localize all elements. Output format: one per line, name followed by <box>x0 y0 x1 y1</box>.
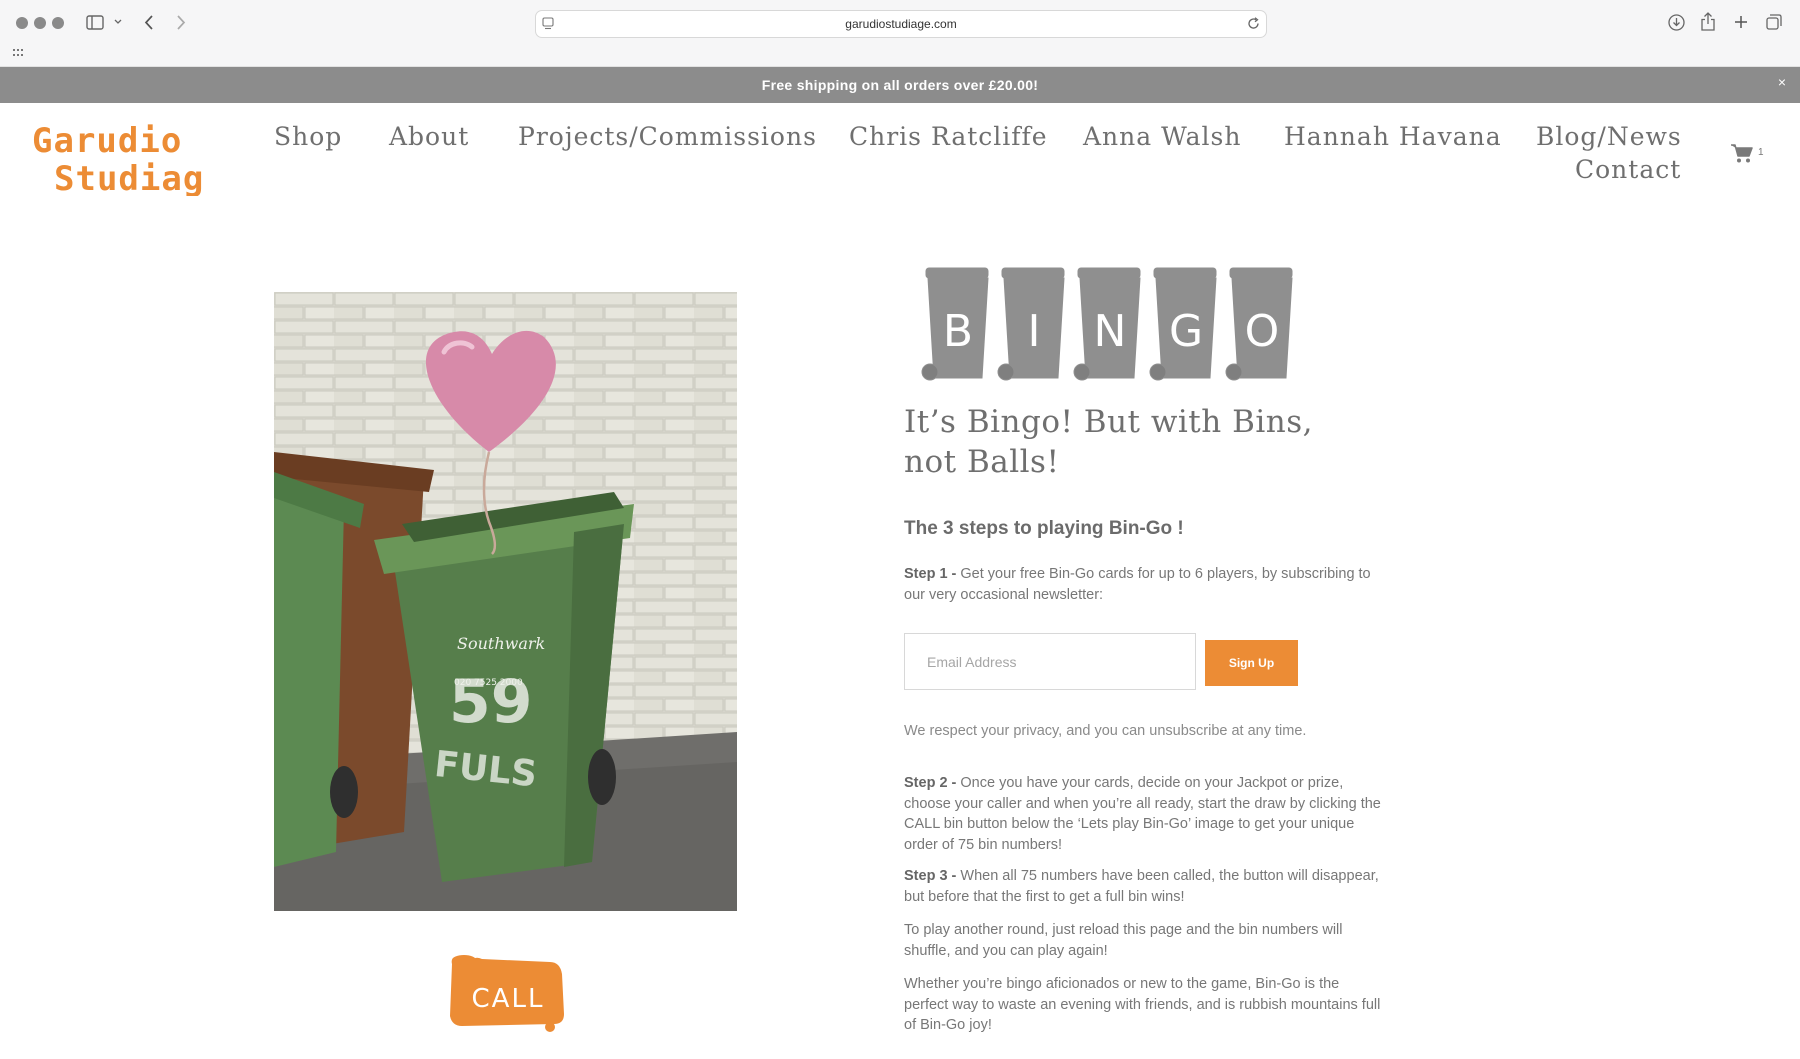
replay-paragraph: To play another round, just reload this … <box>904 922 1343 959</box>
logo-line1: Garudio <box>32 121 182 161</box>
new-tab-icon[interactable] <box>1734 15 1748 29</box>
step1-paragraph: Step 1 - Get your free Bin-Go cards for … <box>904 564 1384 605</box>
nav-blog-news[interactable]: Blog/News <box>1536 122 1682 151</box>
svg-text:Southwark: Southwark <box>457 634 545 653</box>
back-icon[interactable] <box>144 15 154 30</box>
bin-balloon-photo: 59 FULS Southwark 020 7525 2000 <box>274 292 737 911</box>
url-text: garudiostudiage.com <box>845 17 957 31</box>
nav-contact[interactable]: Contact <box>1575 155 1681 184</box>
bingo-letter-o: O <box>1245 306 1280 357</box>
privacy-note: We respect your privacy, and you can uns… <box>904 723 1307 739</box>
share-icon[interactable] <box>1701 12 1715 31</box>
step1-text: Get your free Bin-Go cards for up to 6 p… <box>904 566 1371 603</box>
tabs-overview-icon[interactable] <box>1766 14 1782 30</box>
bingo-letter-i: I <box>1028 306 1041 357</box>
nav-chris-ratcliffe[interactable]: Chris Ratcliffe <box>849 122 1048 151</box>
bingo-letter-g: G <box>1169 306 1203 357</box>
step2-text: Once you have your cards, decide on your… <box>904 775 1381 853</box>
cart-icon[interactable] <box>1730 142 1754 164</box>
announcement-bar: Free shipping on all orders over £20.00!… <box>0 67 1800 103</box>
email-input[interactable] <box>904 633 1196 690</box>
steps-title: The 3 steps to playing Bin-Go ! <box>904 518 1184 539</box>
reload-icon[interactable] <box>1247 17 1260 30</box>
step3-text: When all 75 numbers have been called, th… <box>904 868 1379 905</box>
svg-text:020 7525 2000: 020 7525 2000 <box>454 678 523 688</box>
nav-anna-walsh[interactable]: Anna Walsh <box>1083 122 1241 151</box>
step3-label: Step 3 - <box>904 868 957 884</box>
nav-shop[interactable]: Shop <box>274 122 342 151</box>
zoom-window-button[interactable] <box>52 17 64 29</box>
bingo-letter-b: B <box>943 306 973 357</box>
nav-about[interactable]: About <box>389 122 469 151</box>
bingo-bins-logo: B I N G O <box>921 267 1293 381</box>
sign-up-button[interactable]: Sign Up <box>1205 640 1298 686</box>
close-icon[interactable]: × <box>1778 74 1786 90</box>
nav-hannah-havana[interactable]: Hannah Havana <box>1284 122 1502 151</box>
logo-line2: Studiage <box>54 159 202 196</box>
browser-toolbar: garudiostudiage.com <box>0 0 1800 67</box>
call-bin-button[interactable]: CALL <box>442 952 570 1032</box>
chevron-down-icon[interactable] <box>114 19 122 25</box>
nav-projects-commissions[interactable]: Projects/Commissions <box>518 122 817 151</box>
address-bar[interactable]: garudiostudiage.com <box>535 10 1267 38</box>
forward-icon[interactable] <box>176 15 186 30</box>
sidebar-icon[interactable] <box>86 15 104 30</box>
page-headline: It’s Bingo! But with Bins, not Balls! <box>904 404 1314 480</box>
step1-label: Step 1 - <box>904 566 957 582</box>
step3-paragraph: Step 3 - When all 75 numbers have been c… <box>904 866 1384 907</box>
closing-paragraph: Whether you’re bingo aficionados or new … <box>904 976 1381 1034</box>
download-icon[interactable] <box>1668 14 1685 31</box>
site-logo[interactable]: Garudio Studiage <box>32 120 202 196</box>
apps-grid-icon[interactable] <box>13 49 24 57</box>
call-button-label: CALL <box>472 984 545 1014</box>
announcement-text: Free shipping on all orders over £20.00! <box>761 77 1039 93</box>
step2-label: Step 2 - <box>904 775 957 791</box>
cart-count: 1 <box>1758 147 1764 158</box>
step2-paragraph: Step 2 - Once you have your cards, decid… <box>904 773 1384 855</box>
minimize-window-button[interactable] <box>34 17 46 29</box>
bingo-letter-n: N <box>1094 306 1127 357</box>
close-window-button[interactable] <box>16 17 28 29</box>
